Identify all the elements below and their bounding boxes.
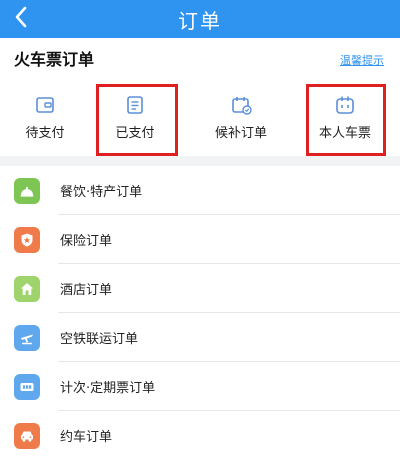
list-item-label: 计次·定期票订单	[60, 381, 156, 396]
top-bar: 订单	[0, 0, 400, 38]
wallet-icon	[34, 94, 56, 116]
tips-link[interactable]: 温馨提示	[340, 52, 384, 68]
list-item[interactable]: 计次·定期票订单	[0, 362, 400, 411]
chevron-left-icon	[15, 6, 27, 28]
highlight-box-paid	[96, 84, 178, 156]
train-orders-card: 火车票订单 温馨提示 待支付 已支付 候补订单 本人车票	[0, 38, 400, 156]
house-icon	[14, 275, 40, 302]
list-item-label: 酒店订单	[60, 283, 113, 298]
list-item-label: 保险订单	[60, 234, 113, 249]
list-item-label: 约车订单	[60, 430, 113, 445]
shield-icon	[14, 226, 40, 253]
list-item[interactable]: 酒店订单	[0, 264, 400, 313]
quick-item-pending-payment[interactable]: 待支付	[0, 88, 90, 152]
list-item[interactable]: 约车订单	[0, 411, 400, 460]
calendar-icon	[230, 94, 252, 116]
back-button[interactable]	[6, 0, 36, 34]
highlight-box-my-tickets	[306, 84, 386, 156]
quick-item-label: 待支付	[25, 126, 65, 141]
page-title: 订单	[178, 8, 222, 33]
plane-train-icon	[14, 324, 40, 351]
car-icon	[14, 422, 40, 449]
food-cover-icon	[14, 177, 40, 204]
list-item-label: 空铁联运订单	[60, 332, 139, 347]
quick-item-waitlist[interactable]: 候补订单	[196, 88, 286, 152]
list-item[interactable]: 餐饮·特产订单	[0, 166, 400, 215]
quick-item-label: 候补订单	[214, 126, 267, 141]
section-title: 火车票订单	[14, 50, 95, 69]
list-item[interactable]: 保险订单	[0, 215, 400, 264]
list-item-label: 餐饮·特产订单	[60, 185, 143, 200]
tickets-icon	[14, 373, 40, 400]
other-orders-list: 餐饮·特产订单 保险订单 酒店订单 空铁联运订单 计次·定期票订单 约车订单	[0, 166, 400, 464]
list-item[interactable]: 空铁联运订单	[0, 313, 400, 362]
